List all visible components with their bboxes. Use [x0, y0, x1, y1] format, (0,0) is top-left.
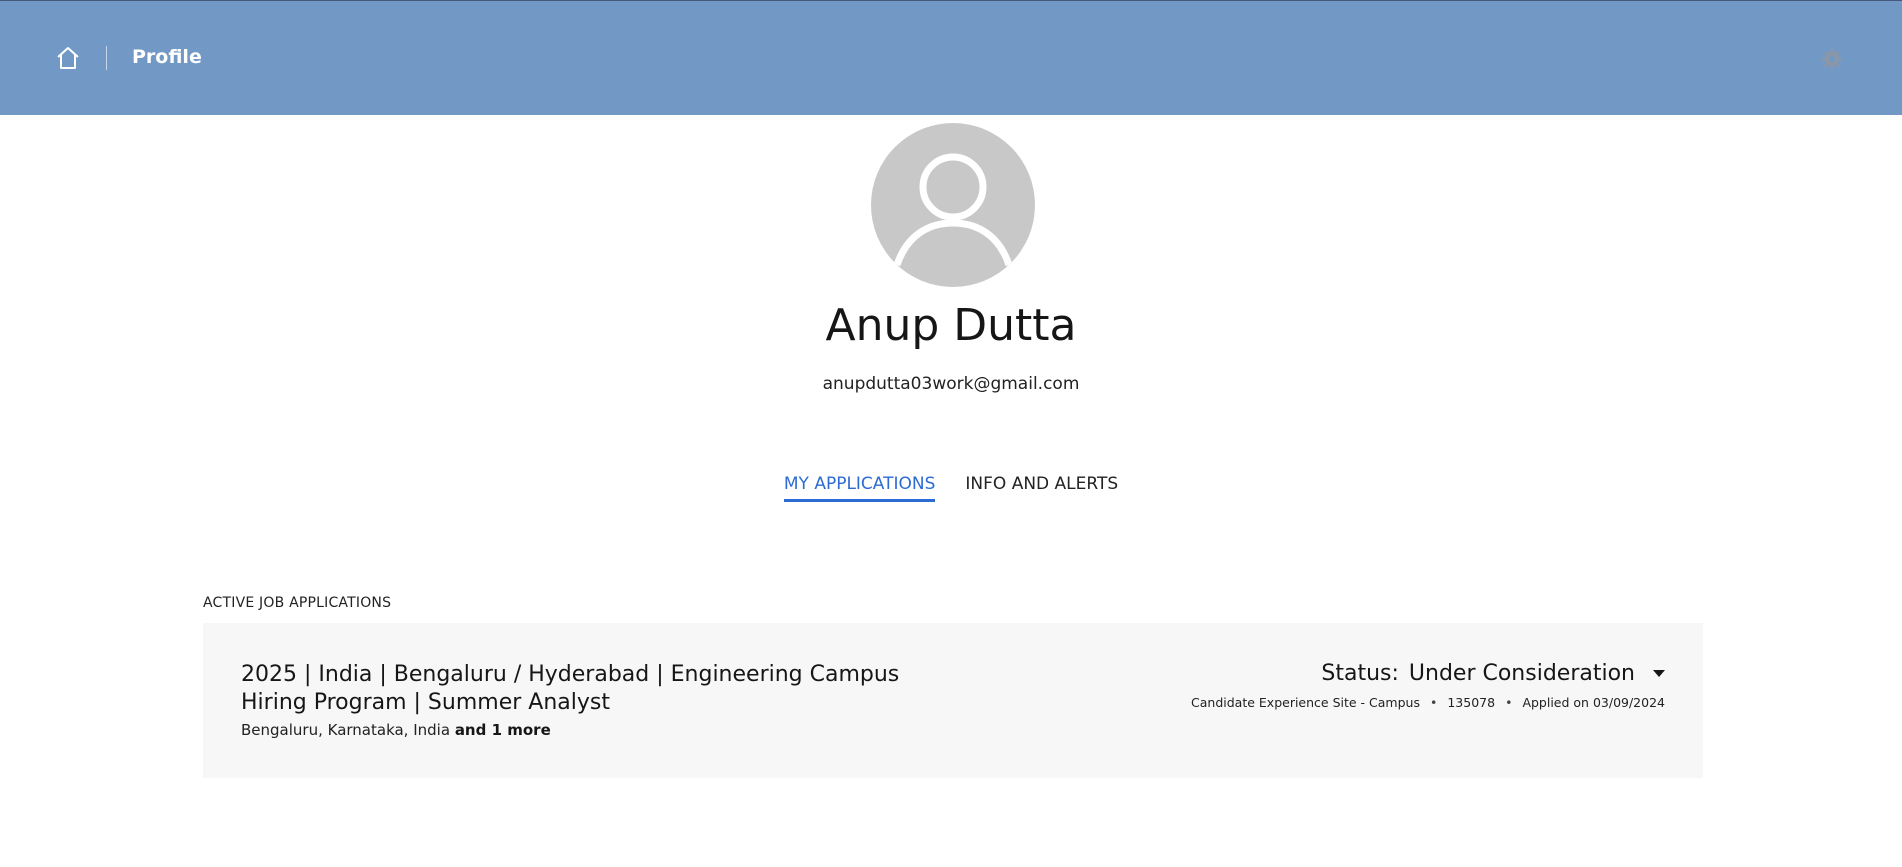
user-avatar-icon	[871, 123, 1035, 287]
job-location-more[interactable]: and 1 more	[455, 721, 551, 739]
page-title: Profile	[132, 46, 202, 68]
profile-email: anupdutta03work@gmail.com	[822, 374, 1080, 394]
profile-name: Anup Dutta	[825, 300, 1077, 351]
job-location-text: Bengaluru, Karnataka, India	[241, 721, 451, 739]
separator-dot: •	[1505, 695, 1513, 710]
application-applied-date: Applied on 03/09/2024	[1522, 695, 1665, 710]
application-site: Candidate Experience Site - Campus	[1191, 695, 1420, 710]
gear-icon[interactable]	[1821, 48, 1843, 70]
top-navigation-bar: Profile	[0, 0, 1902, 115]
status-prefix: Status:	[1321, 661, 1399, 686]
home-icon[interactable]	[55, 45, 81, 71]
job-location: Bengaluru, Karnataka, India and 1 more	[241, 721, 551, 739]
chevron-down-icon[interactable]	[1653, 670, 1665, 677]
active-applications-heading: ACTIVE JOB APPLICATIONS	[203, 595, 392, 611]
job-title-link[interactable]: 2025 | India | Bengaluru / Hyderabad | E…	[241, 661, 961, 717]
application-job-id: 135078	[1447, 695, 1496, 710]
status-dropdown[interactable]: Status: Under Consideration	[1321, 661, 1665, 686]
application-meta: Candidate Experience Site - Campus • 135…	[1191, 695, 1665, 710]
profile-tabs: MY APPLICATIONS INFO AND ALERTS	[0, 474, 1902, 502]
header-divider	[106, 46, 107, 70]
tab-my-applications[interactable]: MY APPLICATIONS	[783, 474, 936, 502]
application-card: 2025 | India | Bengaluru / Hyderabad | E…	[203, 623, 1703, 778]
status-value: Under Consideration	[1408, 661, 1635, 686]
tab-info-and-alerts[interactable]: INFO AND ALERTS	[965, 474, 1118, 502]
separator-dot: •	[1429, 695, 1438, 710]
